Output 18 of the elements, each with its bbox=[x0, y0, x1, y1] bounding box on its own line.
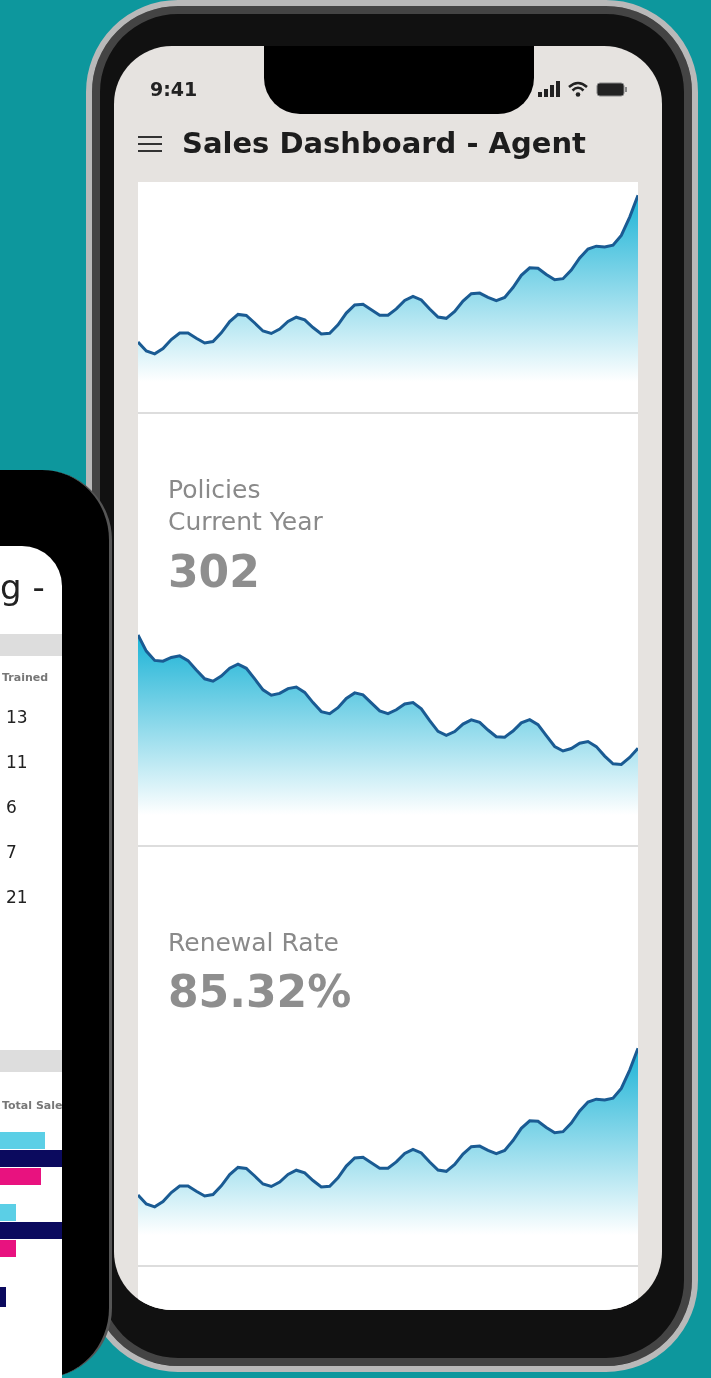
page-title: g - bbox=[0, 570, 46, 604]
table-cell-text: 6 bbox=[5, 795, 18, 819]
column-header: Total Sale bbox=[2, 1097, 63, 1114]
battery-icon bbox=[596, 81, 628, 97]
status-time: 9:41 bbox=[150, 76, 198, 102]
table-cell-text: 13 bbox=[5, 705, 29, 729]
menu-icon[interactable] bbox=[138, 134, 162, 153]
table-cell-text: 11 bbox=[5, 750, 29, 774]
metric-label: Policies Current Year bbox=[167, 473, 324, 538]
wifi-icon bbox=[568, 81, 588, 97]
app-title: Sales Dashboard - Agent bbox=[182, 125, 586, 162]
metric-label: Renewal Rate bbox=[167, 926, 340, 959]
column-header: Trained bbox=[2, 670, 49, 686]
metric-value: 302 bbox=[167, 544, 261, 599]
metric-value: 85.32% bbox=[167, 965, 353, 1019]
table-cell-text: 7 bbox=[5, 840, 18, 864]
table-cell-text: 21 bbox=[5, 885, 29, 909]
signal-icon bbox=[538, 81, 560, 97]
